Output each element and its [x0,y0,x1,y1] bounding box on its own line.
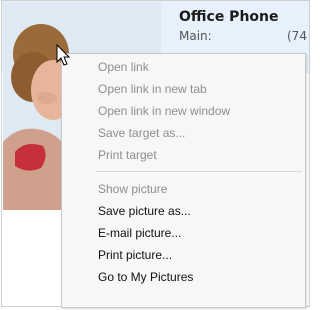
menu-separator [96,171,302,172]
context-menu: Open link Open link in new tab Open link… [61,53,306,308]
menu-item-print-target[interactable]: Print target [63,144,304,166]
menu-item-open-link-new-window[interactable]: Open link in new window [63,100,304,122]
menu-item-show-picture[interactable]: Show picture [63,178,304,200]
arrow-pointer-icon [56,43,71,70]
menu-item-email-picture[interactable]: E-mail picture... [63,222,304,244]
menu-item-save-picture-as[interactable]: Save picture as... [63,200,304,222]
menu-item-open-link-new-tab[interactable]: Open link in new tab [63,78,304,100]
menu-item-print-picture[interactable]: Print picture... [63,244,304,266]
menu-item-open-link[interactable]: Open link [63,56,304,78]
main-value: (74 [287,29,307,43]
main-label: Main: [179,29,212,43]
contact-title: Office Phone [179,9,279,25]
menu-item-save-target-as[interactable]: Save target as... [63,122,304,144]
menu-item-go-to-my-pictures[interactable]: Go to My Pictures [63,266,304,288]
